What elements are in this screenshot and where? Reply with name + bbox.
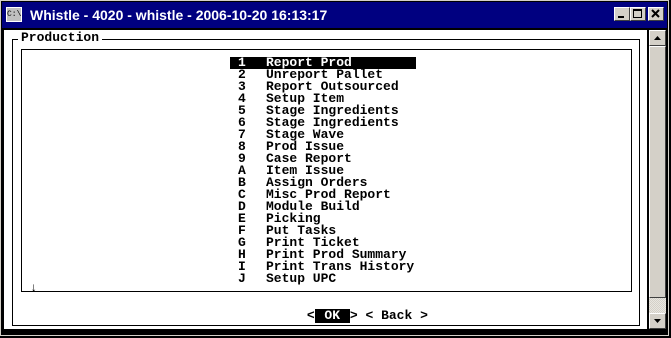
close-button[interactable] (648, 7, 664, 21)
console-window: C:\ Whistle - 4020 - whistle - 2006-10-2… (0, 0, 669, 336)
maximize-button[interactable] (630, 7, 646, 21)
minimize-button[interactable] (614, 7, 630, 21)
console-area[interactable]: Production 1 Report Prod 2 Unreport Pallet 3… (4, 30, 647, 329)
close-icon (651, 9, 660, 18)
scroll-down-indicator-icon: ↓ (30, 281, 38, 295)
production-menu: 1 Report Prod 2 Unreport Pallet 3 Report Outs… (230, 56, 416, 286)
scrollbar-thumb[interactable] (649, 46, 666, 298)
maximize-icon (633, 9, 642, 18)
dialog-buttons: < OK > < Back > (260, 295, 428, 337)
menu-item-label: Setup UPC (266, 271, 337, 286)
ok-button[interactable]: OK (314, 309, 350, 323)
menu-item[interactable]: D Module Build (230, 200, 416, 213)
ok-bracket-close: > (349, 308, 358, 323)
back-button[interactable]: < Back > (365, 309, 427, 323)
arrow-up-icon (654, 36, 661, 40)
scroll-up-button[interactable] (649, 30, 666, 46)
scroll-down-button[interactable] (649, 313, 666, 329)
frame-title: Production (18, 31, 103, 45)
ok-bracket-open: < (306, 308, 315, 323)
title-bar[interactable]: C:\ Whistle - 4020 - whistle - 2006-10-2… (2, 2, 667, 28)
window-title: Whistle - 4020 - whistle - 2006-10-20 16… (30, 7, 328, 23)
arrow-down-icon (654, 319, 661, 323)
minimize-icon (618, 16, 624, 18)
console-app-icon[interactable]: C:\ (6, 7, 22, 22)
vertical-scrollbar[interactable] (649, 30, 666, 329)
menu-frame-bottom-border (21, 291, 632, 292)
menu-item[interactable]: J Setup UPC (230, 271, 416, 286)
menu-item-key: J (238, 271, 246, 286)
